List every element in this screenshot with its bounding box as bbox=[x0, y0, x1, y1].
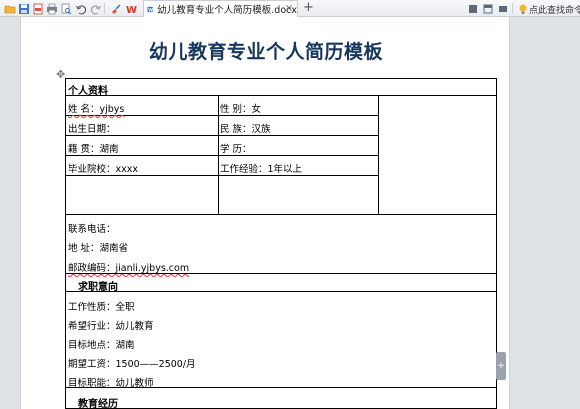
field-address: 地 址：湖南省 bbox=[68, 243, 129, 254]
field-name: 姓 名：yjbys bbox=[68, 104, 125, 115]
document-tab[interactable]: W 幼儿教育专业个人简历模板.docx × bbox=[143, 0, 298, 17]
field-school: 毕业院校：xxxx bbox=[68, 164, 138, 175]
new-tab-button[interactable]: + bbox=[302, 0, 315, 17]
toolbar: W W 幼儿教育专业个人简历模板.docx × + 点此查找命令 bbox=[0, 0, 580, 17]
document-title: 幼儿教育专业个人简历模板 bbox=[148, 41, 383, 63]
minimize-ribbon-icon[interactable] bbox=[466, 2, 479, 15]
layout-icon[interactable] bbox=[481, 2, 494, 15]
field-industry: 希望行业：幼儿教育 bbox=[68, 321, 154, 332]
redo-icon[interactable] bbox=[89, 2, 102, 15]
field-location: 目标地点：湖南 bbox=[68, 340, 135, 351]
field-postcode: 邮政编码：jianli.yjbys.com bbox=[68, 263, 190, 274]
field-position: 目标职能：幼儿教师 bbox=[68, 378, 154, 389]
word-doc-icon: W bbox=[147, 6, 153, 12]
field-phone: 联系电话： bbox=[68, 224, 116, 235]
export-pdf-icon[interactable] bbox=[31, 2, 44, 15]
open-folder-icon[interactable] bbox=[3, 2, 16, 15]
field-degree: 学 历： bbox=[220, 144, 252, 155]
section-job-intent: 求职意向 bbox=[78, 282, 118, 293]
lightbulb-icon[interactable] bbox=[516, 2, 529, 15]
print-preview-icon[interactable] bbox=[59, 2, 72, 15]
command-search-hint[interactable]: 点此查找命令 bbox=[529, 3, 580, 16]
field-ethnicity: 民 族：汉族 bbox=[220, 124, 271, 135]
wps-logo-icon: W bbox=[124, 2, 137, 15]
field-native-place: 籍 贯：湖南 bbox=[68, 144, 119, 155]
skin-icon[interactable] bbox=[496, 2, 509, 15]
resume-table: 个人资料 姓 名：yjbys 性 别：女 出生日期： 民 族：汉族 籍 贯：湖南… bbox=[65, 78, 497, 409]
field-birth: 出生日期： bbox=[68, 124, 116, 135]
field-experience: 工作经验：1年以上 bbox=[220, 164, 303, 175]
field-salary: 期望工资：1500——2500/月 bbox=[68, 359, 196, 370]
svg-text:W: W bbox=[126, 5, 137, 15]
svg-text:W: W bbox=[148, 7, 153, 12]
side-panel-toggle[interactable]: + bbox=[496, 352, 506, 380]
field-job-type: 工作性质：全职 bbox=[68, 302, 135, 313]
section-personal-info: 个人资料 bbox=[68, 86, 108, 97]
undo-icon[interactable] bbox=[74, 2, 87, 15]
save-icon[interactable] bbox=[17, 2, 30, 15]
print-icon[interactable] bbox=[45, 2, 58, 15]
format-painter-icon[interactable] bbox=[109, 2, 122, 15]
section-education: 教育经历 bbox=[78, 399, 118, 409]
tab-label: 幼儿教育专业个人简历模板.docx bbox=[157, 5, 297, 16]
close-tab-icon[interactable]: × bbox=[284, 4, 294, 14]
field-gender: 性 别：女 bbox=[220, 104, 262, 115]
